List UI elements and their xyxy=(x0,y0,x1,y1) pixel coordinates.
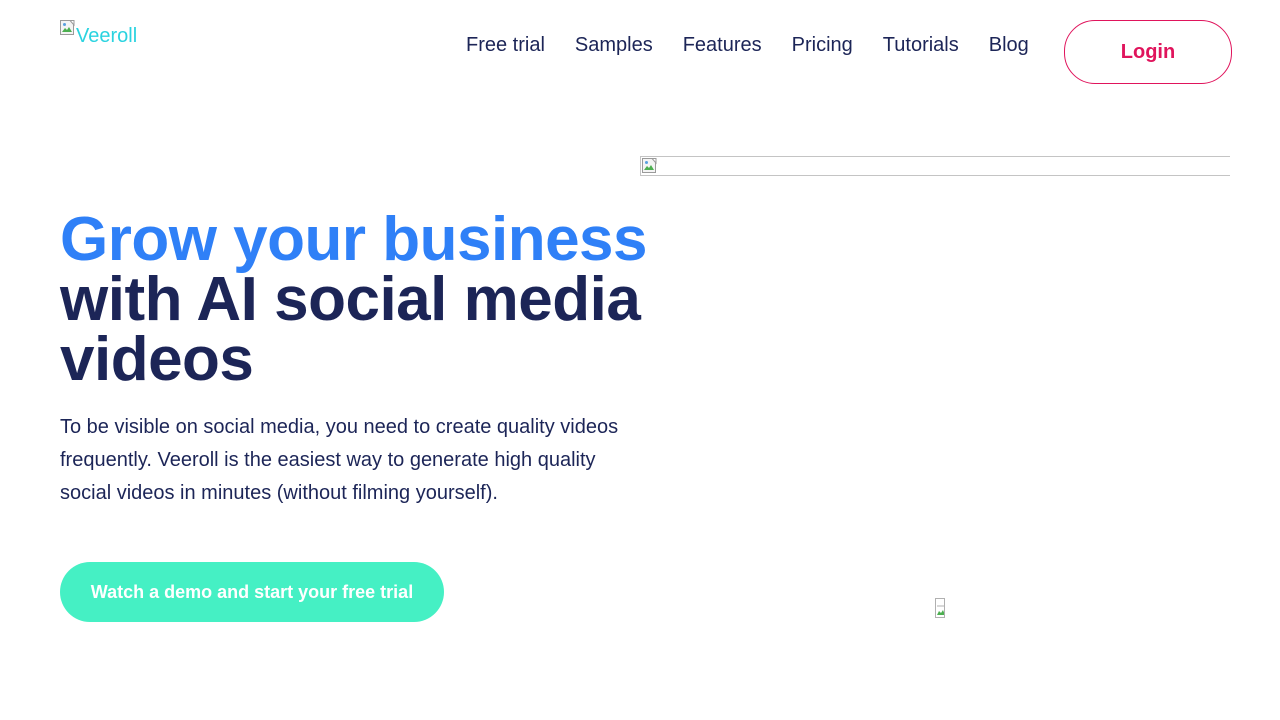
broken-image-icon xyxy=(642,158,658,174)
nav-samples[interactable]: Samples xyxy=(575,34,653,56)
main-nav: Free trial Samples Features Pricing Tuto… xyxy=(466,34,1029,56)
hero-title-rest: with AI social media videos xyxy=(60,265,641,394)
hero-title: Grow your business with AI social media … xyxy=(60,209,660,391)
nav-blog[interactable]: Blog xyxy=(989,34,1029,56)
site-header: Veeroll Free trial Samples Features Pric… xyxy=(0,0,1280,100)
logo[interactable]: Veeroll xyxy=(60,20,137,46)
nav-pricing[interactable]: Pricing xyxy=(792,34,853,56)
hero-image xyxy=(640,156,1230,176)
hero-title-highlight: Grow your business xyxy=(60,205,648,274)
hero-description: To be visible on social media, you need … xyxy=(60,416,619,504)
play-thumbnail-image[interactable] xyxy=(935,598,945,618)
nav-features[interactable]: Features xyxy=(683,34,762,56)
logo-alt-text: Veeroll xyxy=(76,25,138,47)
broken-image-icon xyxy=(60,20,76,36)
nav-tutorials[interactable]: Tutorials xyxy=(883,34,959,56)
broken-image-icon xyxy=(936,599,944,615)
watch-demo-button[interactable]: Watch a demo and start your free trial xyxy=(60,562,444,622)
login-button[interactable]: Login xyxy=(1064,20,1232,84)
nav-free-trial[interactable]: Free trial xyxy=(466,34,545,56)
